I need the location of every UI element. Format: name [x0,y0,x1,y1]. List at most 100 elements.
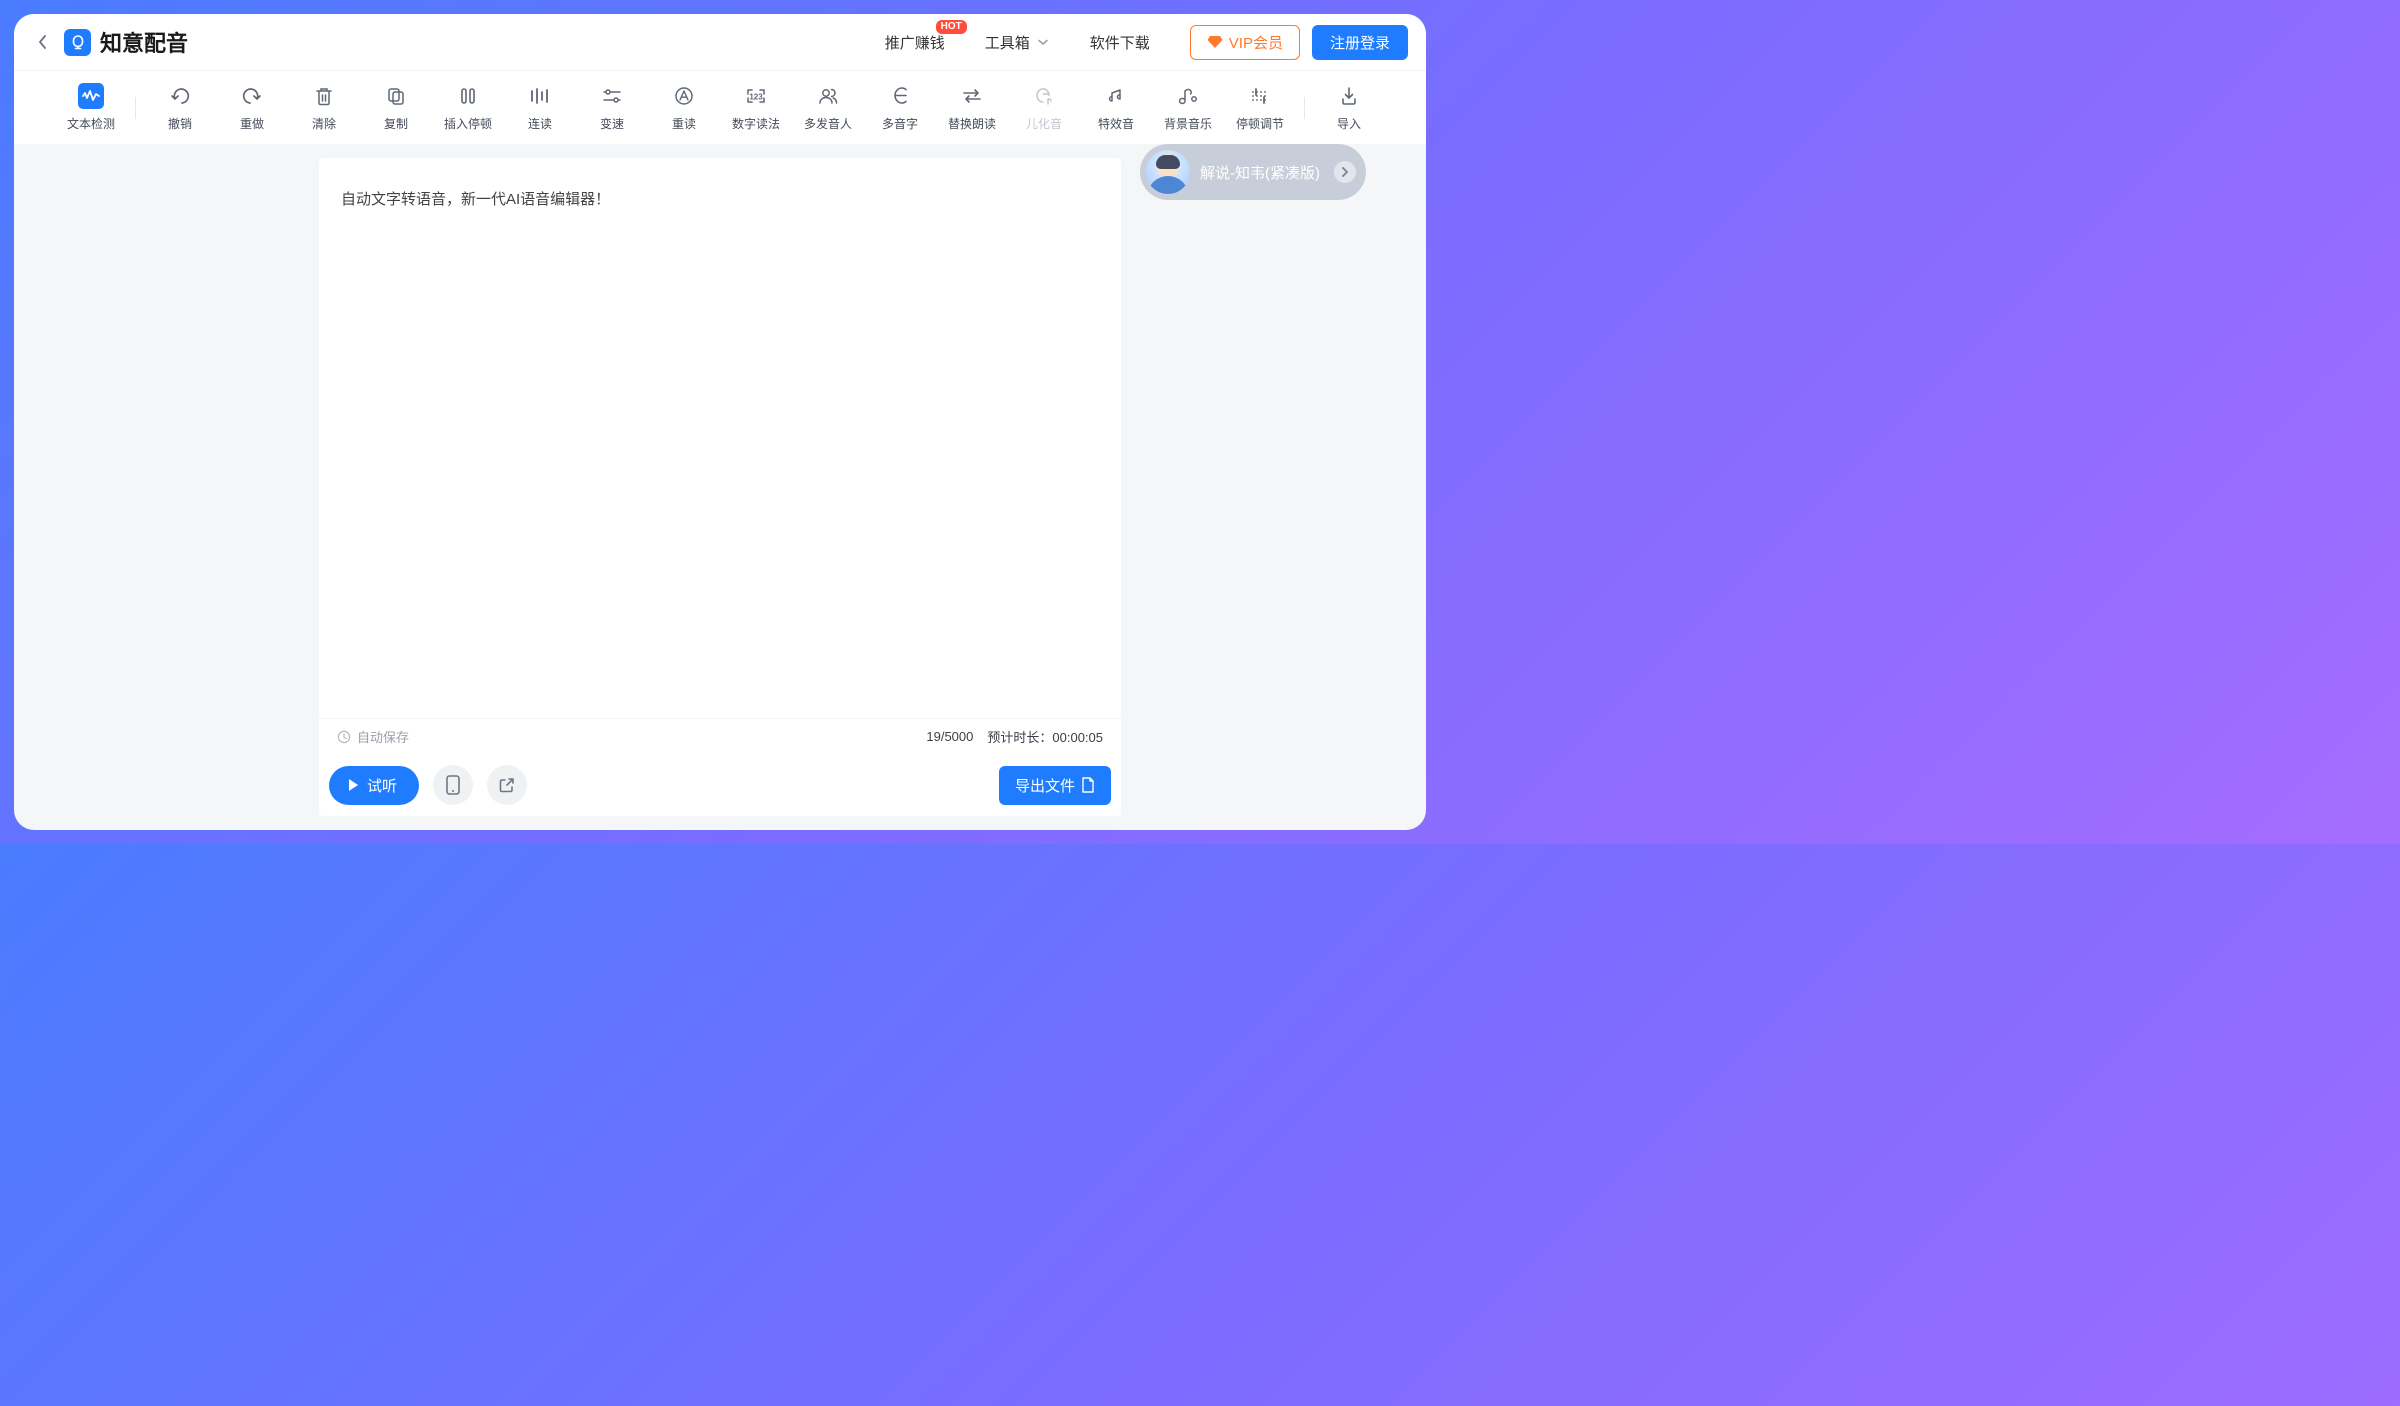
import-icon [1336,83,1362,109]
tool-speed[interactable]: 变速 [586,83,638,132]
tool-label: 多发音人 [804,115,852,132]
tool-label: 复制 [384,115,408,132]
insert-pause-icon [455,83,481,109]
register-button[interactable]: 注册登录 [1312,25,1408,60]
editor-textarea[interactable]: 自动文字转语音，新一代AI语音编辑器！ [319,158,1121,718]
editor-status-bar: 自动保存 19/5000 预计时长：00:00:05 [319,718,1121,754]
tool-label: 插入停顿 [444,115,492,132]
tool-continuous[interactable]: 连读 [514,83,566,132]
file-icon [1081,777,1095,793]
nav-promo-label: 推广赚钱 [885,32,945,53]
header-bar: 知意配音 推广赚钱 HOT 工具箱 软件下载 VIP会员 注册登录 [14,14,1426,70]
nav-promo[interactable]: 推广赚钱 HOT [885,32,945,53]
autosave-indicator: 自动保存 [337,727,409,746]
action-bar: 试听 导出文件 [319,754,1121,816]
replace-read-icon [959,83,985,109]
emphasis-icon [671,83,697,109]
nav-download[interactable]: 软件下载 [1090,32,1150,53]
export-button[interactable]: 导出文件 [999,766,1111,805]
tool-label: 背景音乐 [1164,115,1212,132]
voice-chevron [1334,161,1356,183]
tool-label: 替换朗读 [948,115,996,132]
mobile-icon [446,775,460,795]
tool-number-read[interactable]: 123 数字读法 [730,83,782,132]
tool-emphasis[interactable]: 重读 [658,83,710,132]
toolbar-divider [1304,97,1305,119]
play-icon [345,777,361,793]
tool-replace-read[interactable]: 替换朗读 [946,83,998,132]
tool-sfx[interactable]: 特效音 [1090,83,1142,132]
tool-undo[interactable]: 撤销 [154,83,206,132]
tool-pause-adjust[interactable]: 停顿调节 [1234,83,1286,132]
speed-icon [599,83,625,109]
voice-label: 解说-知韦(紧凑版) [1200,162,1320,183]
app-window: 知意配音 推广赚钱 HOT 工具箱 软件下载 VIP会员 注册登录 文本检测撤销… [14,14,1426,830]
nav-toolbox-label: 工具箱 [985,32,1030,53]
duration-value: 00:00:05 [1052,730,1103,745]
undo-icon [167,83,193,109]
share-button[interactable] [487,765,527,805]
tool-label: 变速 [600,115,624,132]
toolbar: 文本检测撤销 重做 清除 复制 插入停顿 连读 变速 重读 123 数字读法 多发音人 多音字 替换朗读… [14,70,1426,144]
tool-copy[interactable]: 复制 [370,83,422,132]
tool-multi-speaker[interactable]: 多发音人 [802,83,854,132]
tool-label: 撤销 [168,115,192,132]
export-label: 导出文件 [1015,775,1075,796]
nav-download-label: 软件下载 [1090,32,1150,53]
vip-button[interactable]: VIP会员 [1190,25,1300,60]
tool-insert-pause[interactable]: 插入停顿 [442,83,494,132]
autosave-label: 自动保存 [357,727,409,746]
chevron-left-icon [37,34,49,50]
back-button[interactable] [32,31,54,53]
preview-label: 试听 [367,775,397,796]
polyphone-icon [887,83,913,109]
tool-label: 多音字 [882,115,918,132]
share-icon [498,776,516,794]
tool-label: 导入 [1337,115,1361,132]
erhua-icon [1031,83,1057,109]
tool-polyphone[interactable]: 多音字 [874,83,926,132]
brand-logo-icon [64,29,91,56]
char-count: 19/5000 [926,729,973,744]
tool-label: 数字读法 [732,115,780,132]
register-label: 注册登录 [1330,35,1390,52]
multi-speaker-icon [815,83,841,109]
tool-label: 停顿调节 [1236,115,1284,132]
redo-icon [239,83,265,109]
tool-redo[interactable]: 重做 [226,83,278,132]
svg-text:123: 123 [749,93,763,102]
preview-button[interactable]: 试听 [329,766,419,805]
diamond-icon [1207,35,1223,49]
chevron-down-icon [1036,35,1050,49]
chevron-right-icon [1340,167,1350,177]
bgm-icon [1175,83,1201,109]
tool-text-detect[interactable]: 文本检测 [65,83,117,132]
continuous-icon [527,83,553,109]
tool-label: 连读 [528,115,552,132]
content-body: 自动文字转语音，新一代AI语音编辑器！ 自动保存 19/5000 预计时长：00… [14,144,1426,830]
tool-label: 儿化音 [1026,115,1062,132]
pause-adjust-icon [1247,83,1273,109]
tool-clear[interactable]: 清除 [298,83,350,132]
mobile-button[interactable] [433,765,473,805]
tool-label: 清除 [312,115,336,132]
nav-toolbox[interactable]: 工具箱 [985,32,1050,53]
sfx-icon [1103,83,1129,109]
voice-selector[interactable]: 解说-知韦(紧凑版) [1140,144,1366,200]
tool-import[interactable]: 导入 [1323,83,1375,132]
brand-title: 知意配音 [100,26,188,58]
number-read-icon: 123 [743,83,769,109]
editor-panel: 自动文字转语音，新一代AI语音编辑器！ 自动保存 19/5000 预计时长：00… [319,158,1121,816]
clock-icon [337,730,351,744]
copy-icon [383,83,409,109]
hot-badge: HOT [936,20,967,34]
status-right: 19/5000 预计时长：00:00:05 [926,727,1103,746]
clear-icon [311,83,337,109]
voice-avatar [1146,150,1190,194]
toolbar-divider [135,97,136,119]
tool-label: 特效音 [1098,115,1134,132]
text-detect-icon [78,83,104,109]
vip-label: VIP会员 [1229,32,1283,53]
tool-bgm[interactable]: 背景音乐 [1162,83,1214,132]
tool-label: 重做 [240,115,264,132]
